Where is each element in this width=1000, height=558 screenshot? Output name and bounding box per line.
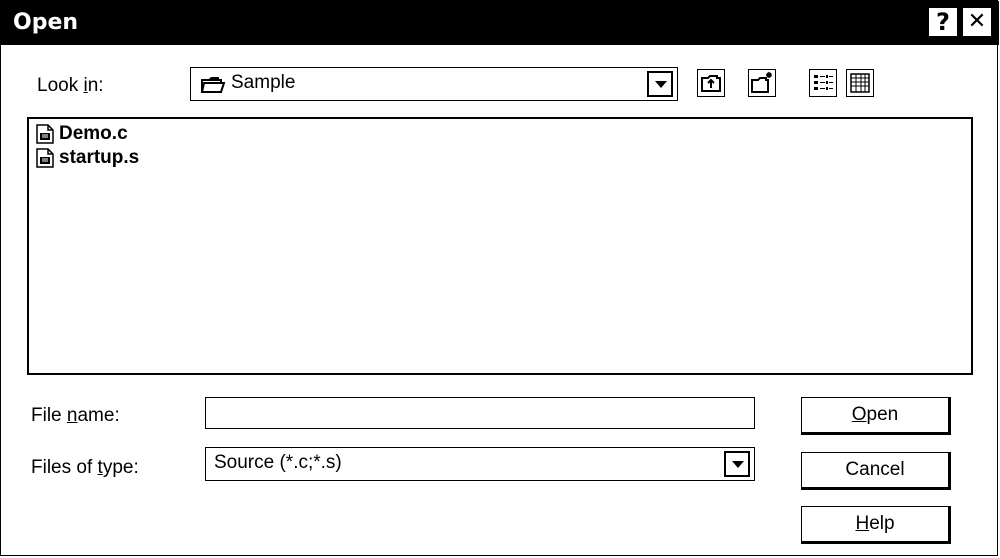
window-title: Open: [13, 10, 79, 35]
file-type-label: Files of type:: [31, 457, 139, 478]
title-bar[interactable]: Open ? ✕: [1, 1, 999, 45]
source-file-icon: [36, 148, 54, 168]
open-dialog: Open ? ✕ Look in: Sample Demo.c startup.…: [0, 0, 999, 556]
help-icon[interactable]: ?: [928, 7, 958, 37]
folder-icon: [200, 75, 226, 98]
source-file-icon: [36, 124, 54, 144]
close-icon[interactable]: ✕: [962, 7, 992, 37]
file-type-value: Source (*.c;*.s): [214, 452, 342, 473]
chevron-down-icon[interactable]: [647, 71, 673, 97]
list-item[interactable]: startup.s: [35, 147, 139, 169]
look-in-dropdown[interactable]: Sample: [190, 67, 678, 101]
details-view-icon[interactable]: [846, 69, 874, 97]
file-name-input[interactable]: [205, 397, 755, 429]
open-button[interactable]: Open: [801, 397, 951, 435]
create-new-folder-icon[interactable]: [748, 69, 776, 97]
help-button[interactable]: Help: [801, 506, 951, 544]
cancel-button[interactable]: Cancel: [801, 452, 951, 490]
file-list[interactable]: Demo.c startup.s: [27, 117, 973, 375]
look-in-label: Look in:: [37, 75, 104, 96]
file-name: Demo.c: [59, 123, 128, 144]
file-name: startup.s: [59, 147, 140, 168]
list-view-icon[interactable]: [809, 69, 837, 97]
up-one-level-icon[interactable]: [697, 69, 725, 97]
file-name-label: File name:: [31, 405, 120, 426]
file-type-dropdown[interactable]: Source (*.c;*.s): [205, 447, 755, 481]
look-in-value: Sample: [231, 72, 296, 93]
chevron-down-icon[interactable]: [724, 451, 750, 477]
list-item[interactable]: Demo.c: [35, 123, 128, 145]
